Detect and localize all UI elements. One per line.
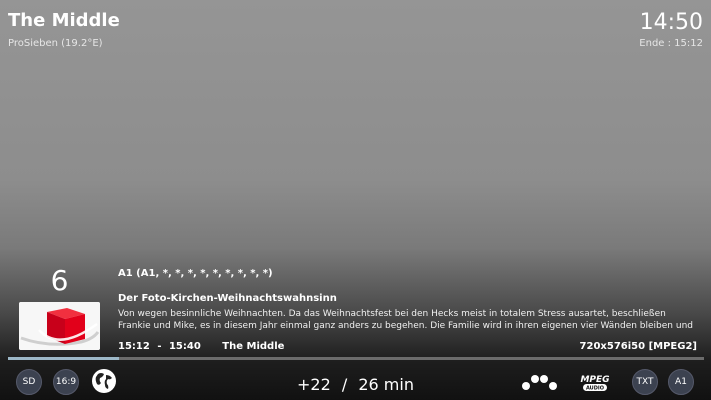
- remaining-total: 26 min: [358, 375, 414, 394]
- channel-logo: [19, 302, 100, 350]
- start-time: 15:12: [118, 341, 150, 352]
- signal-dots-icon: [521, 373, 559, 391]
- audio-tracks-line: A1 (A1, *, *, *, *, *, *, *, *, *): [118, 268, 273, 279]
- clock-time: 14:50: [639, 10, 703, 35]
- mpeg-audio-logo: MPEG AUDIO: [576, 374, 614, 392]
- program-title: The Middle: [8, 10, 120, 31]
- mpeg-logo-top: MPEG: [580, 375, 609, 385]
- stop-time: 15:40: [168, 341, 201, 352]
- schedule-row: 15:12 - 15:40 The Middle: [118, 341, 288, 352]
- bottom-status-bar: SD 16:9 +22 / 26 min MPEG AUDIO TXT A1: [0, 362, 711, 400]
- channel-source: ProSieben (19.2°E): [8, 38, 103, 49]
- mpeg-logo-bottom: AUDIO: [586, 386, 604, 392]
- video-format: 720x576i50 [MPEG2]: [579, 341, 697, 352]
- episode-description: Von wegen besinnliche Weihnachten. Da da…: [118, 309, 693, 331]
- time-separator: -: [157, 341, 162, 352]
- end-time-label: Ende : 15:12: [639, 38, 703, 49]
- channel-number: 6: [50, 264, 69, 297]
- prosieben-logo-icon: [19, 302, 100, 350]
- audio-track-badge: A1: [668, 369, 694, 395]
- now-title: The Middle: [222, 341, 285, 352]
- teletext-badge: TXT: [632, 369, 658, 395]
- remaining-separator: /: [341, 375, 348, 394]
- remaining-offset: +22: [297, 375, 331, 394]
- progress-bar: [8, 357, 704, 360]
- progress-bar-fill: [8, 357, 120, 360]
- episode-title: Der Foto-Kirchen-Weihnachtswahnsinn: [118, 293, 337, 304]
